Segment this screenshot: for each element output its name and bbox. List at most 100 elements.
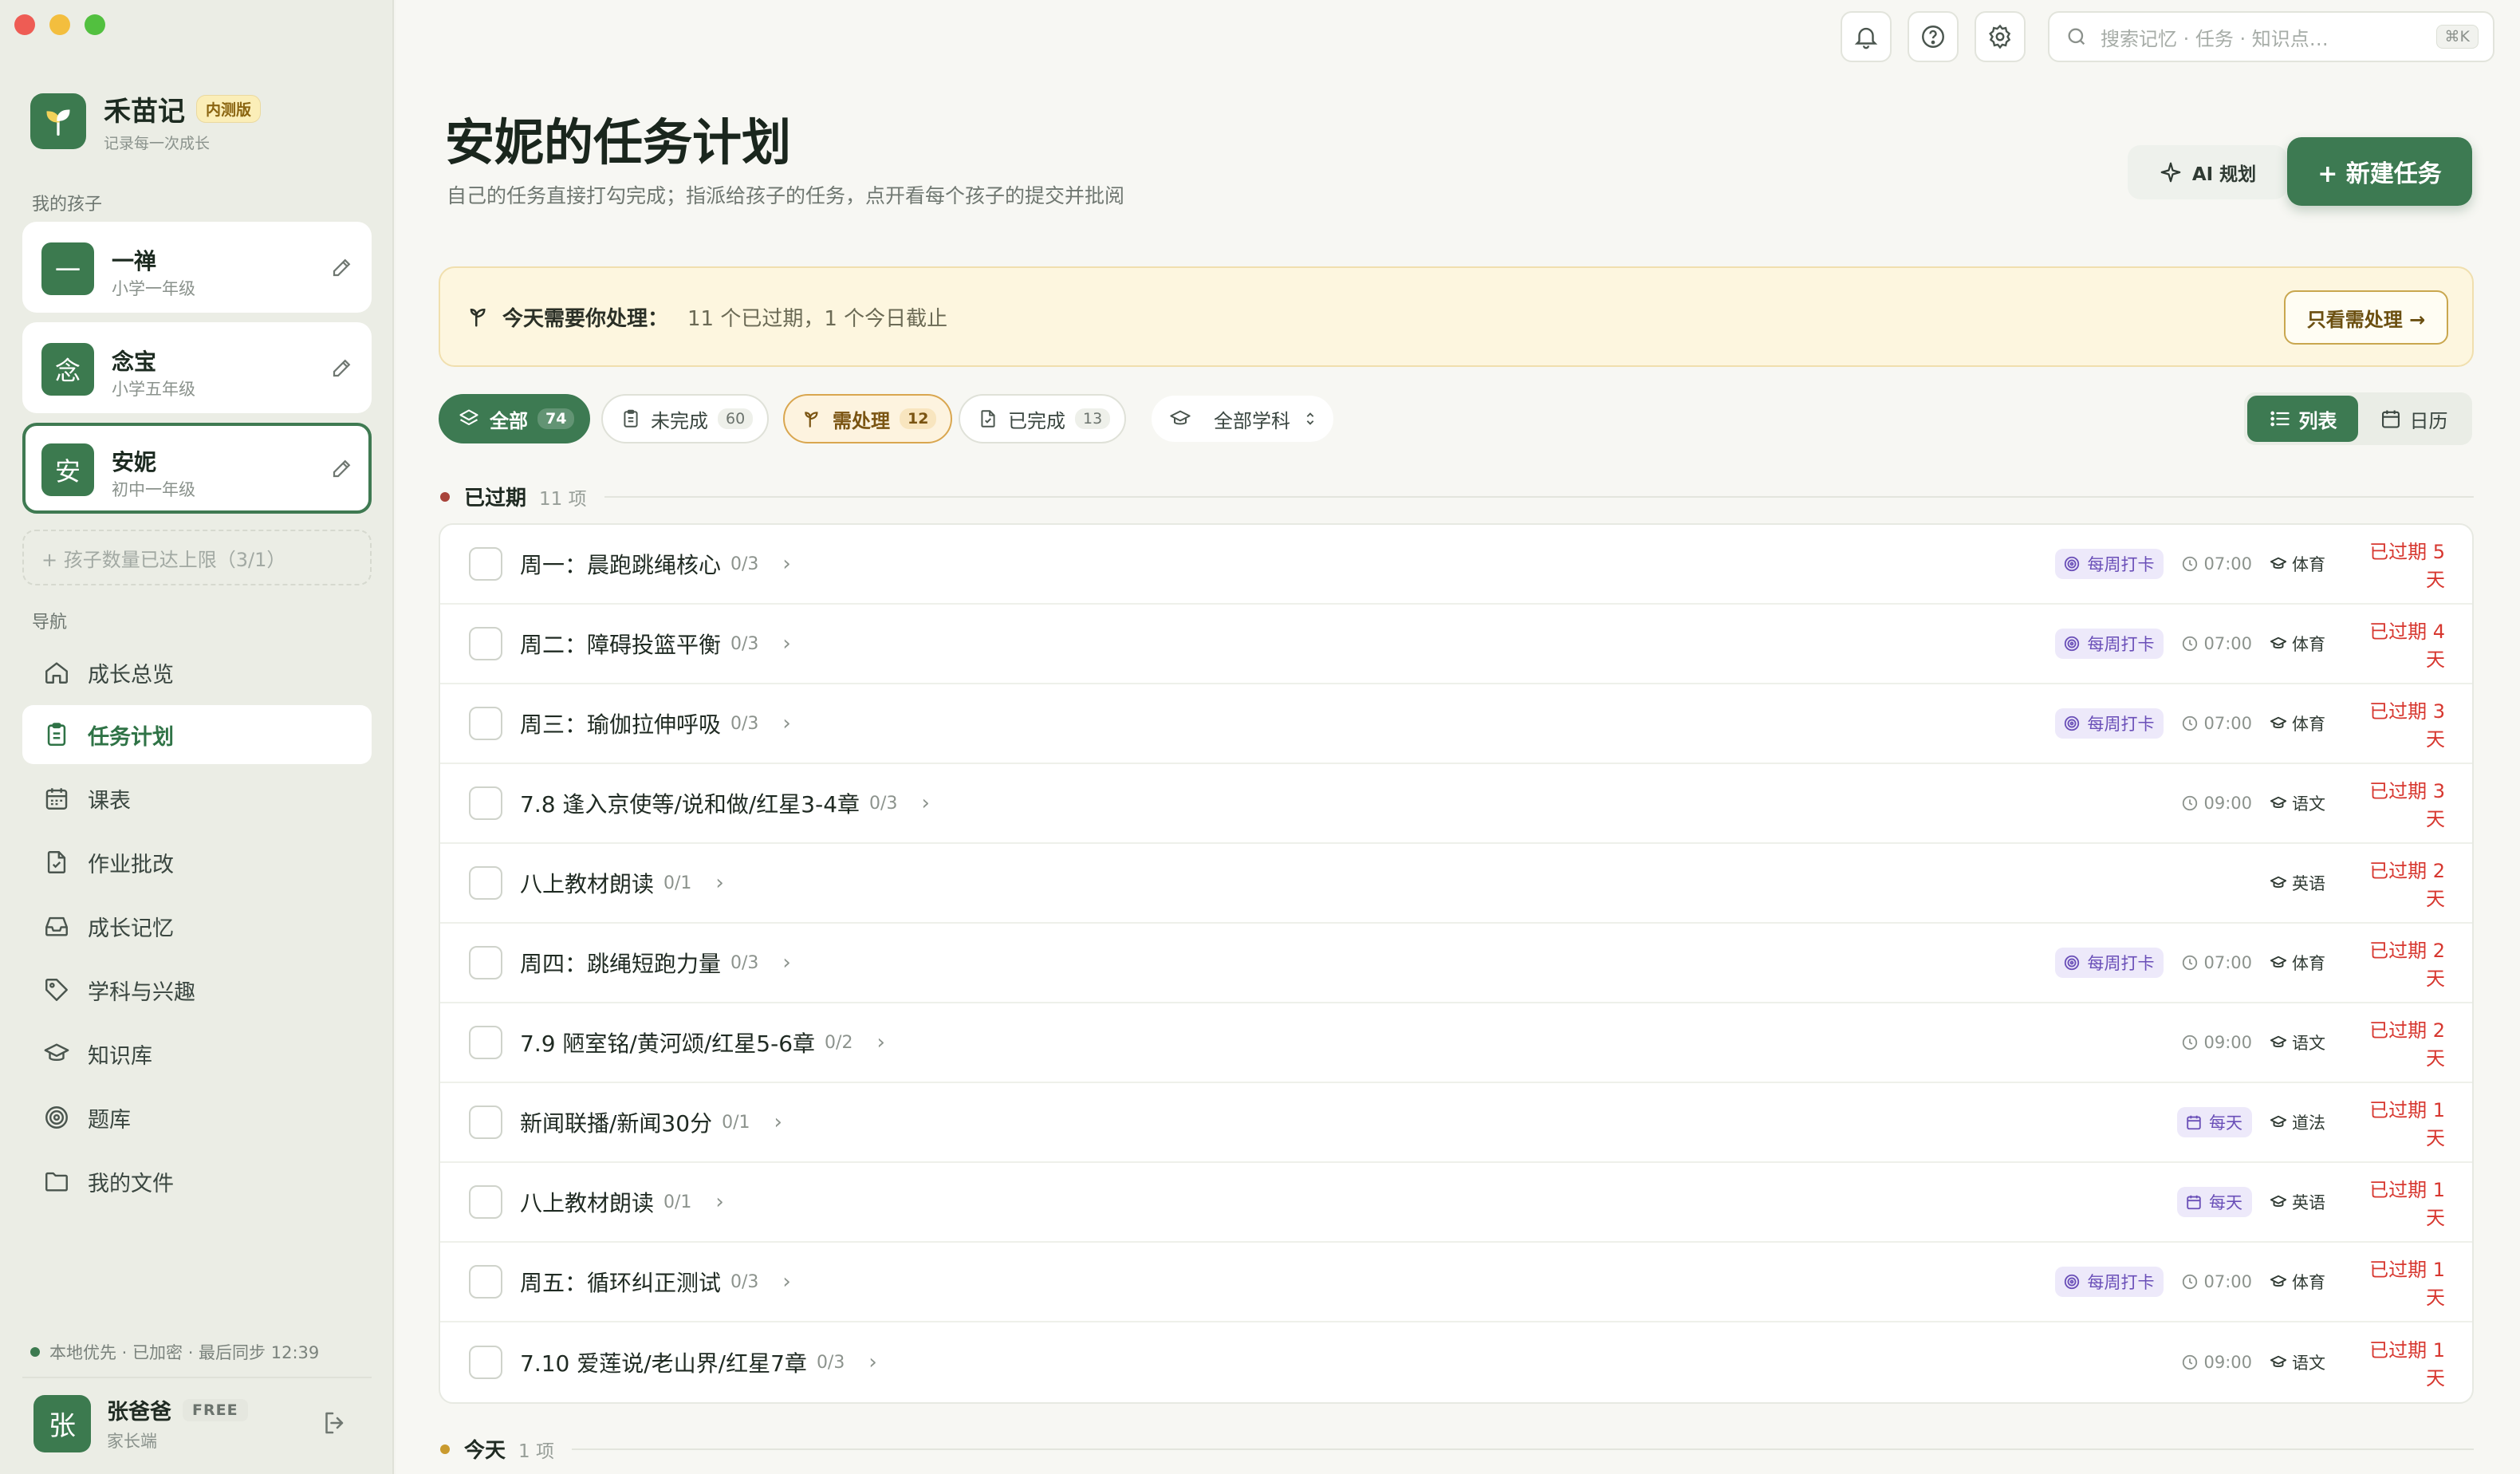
chevron-right-icon[interactable]: › [782, 1270, 790, 1294]
nav-item-tasks[interactable]: 任务计划 [22, 705, 372, 764]
main-content: 搜索记忆 · 任务 · 知识点… ⌘K 安妮的任务计划 自己的任务直接打勾完成；… [396, 0, 2520, 1474]
nav-item-files[interactable]: 我的文件 [22, 1152, 372, 1211]
logout-icon[interactable] [321, 1409, 349, 1437]
task-row[interactable]: 7.9 陋室铭/黄河颂/红星5-6章 0/2 › 09:00 语文 已过期 2 天 [440, 1003, 2472, 1083]
show-pending-only-button[interactable]: 只看需处理 → [2284, 290, 2448, 345]
repeat-tag-label: 每天 [2209, 1113, 2242, 1133]
subject: 体育 [2270, 632, 2325, 656]
add-child-button[interactable]: + 孩子数量已达上限（3/1） [22, 530, 372, 585]
task-checkbox[interactable] [469, 866, 502, 900]
search-bar[interactable]: 搜索记忆 · 任务 · 知识点… ⌘K [2048, 11, 2494, 62]
due-time: 07:00 [2181, 634, 2252, 653]
edit-icon[interactable] [330, 255, 354, 279]
subject-label: 体育 [2292, 954, 2325, 973]
settings-button[interactable] [1975, 11, 2026, 62]
user-profile[interactable]: 张 张爸爸 FREE 家长端 [33, 1394, 248, 1452]
nav-item-knowledge[interactable]: 知识库 [22, 1024, 372, 1083]
nav-label: 成长记忆 [88, 916, 174, 941]
group-dot [440, 1444, 450, 1454]
chevron-right-icon[interactable]: › [715, 1190, 723, 1214]
notifications-button[interactable] [1841, 11, 1892, 62]
task-checkbox[interactable] [469, 627, 502, 660]
task-title: 周一：晨跑跳绳核心 [520, 552, 722, 578]
nav-item-schedule[interactable]: 课表 [22, 769, 372, 828]
help-button[interactable] [1908, 11, 1959, 62]
task-row[interactable]: 八上教材朗读 0/1 › 每天 英语 已过期 1 天 [440, 1163, 2472, 1243]
task-checkbox[interactable] [469, 1106, 502, 1139]
overdue-status: 已过期 1 天 [2369, 1259, 2445, 1309]
clock-icon [2181, 794, 2203, 812]
edit-icon[interactable] [330, 356, 354, 380]
task-row[interactable]: 7.8 逢入京使等/说和做/红星3-4章 0/3 › 09:00 语文 已过期 3 天 [440, 764, 2472, 844]
task-checkbox[interactable] [469, 1265, 502, 1299]
task-checkbox[interactable] [469, 707, 502, 740]
task-row[interactable]: 周四：跳绳短跑力量 0/3 › 每周打卡 07:00 体育 已过期 2 天 [440, 924, 2472, 1003]
filter-completed[interactable]: 已完成 13 [959, 394, 1127, 443]
child-card-yichan[interactable]: 一 一禅 小学一年级 [22, 222, 372, 313]
task-row[interactable]: 周三：瑜伽拉伸呼吸 0/3 › 每周打卡 07:00 体育 已过期 3 天 [440, 684, 2472, 764]
filter-all[interactable]: 全部 74 [439, 394, 591, 443]
chevron-right-icon[interactable]: › [715, 871, 723, 895]
task-progress: 0/3 [730, 554, 759, 574]
chevron-right-icon[interactable]: › [782, 632, 790, 656]
clock-icon [2181, 1034, 2203, 1051]
due-time-label: 07:00 [2203, 554, 2252, 573]
task-row[interactable]: 周一：晨跑跳绳核心 0/3 › 每周打卡 07:00 体育 已过期 5 天 [440, 525, 2472, 605]
nav-item-memories[interactable]: 成长记忆 [22, 897, 372, 956]
repeat-tag: 每天 [2177, 1107, 2252, 1137]
list-view-button[interactable]: 列表 [2247, 396, 2358, 442]
target-icon [2063, 715, 2087, 732]
minimize-window-button[interactable] [49, 14, 70, 35]
task-checkbox[interactable] [469, 946, 502, 979]
app-tagline: 记录每一次成长 [104, 135, 211, 152]
task-row[interactable]: 八上教材朗读 0/1 › 英语 已过期 2 天 [440, 844, 2472, 924]
chevron-right-icon[interactable]: › [921, 791, 929, 815]
subject-filter-select[interactable]: 全部学科 [1150, 394, 1335, 443]
avatar: 一 [41, 242, 94, 295]
sync-dot [30, 1347, 40, 1357]
nav-item-homework[interactable]: 作业批改 [22, 833, 372, 892]
new-task-button[interactable]: + 新建任务 [2287, 137, 2472, 206]
due-time: 07:00 [2181, 554, 2252, 573]
subject-label: 语文 [2292, 1354, 2325, 1373]
task-row[interactable]: 7.10 爱莲说/老山界/红星7章 0/3 › 09:00 语文 已过期 1 天 [440, 1322, 2472, 1402]
task-checkbox[interactable] [469, 786, 502, 820]
divider [604, 495, 2474, 498]
close-window-button[interactable] [14, 14, 35, 35]
task-checkbox[interactable] [469, 1185, 502, 1219]
task-checkbox[interactable] [469, 1346, 502, 1379]
edit-icon[interactable] [330, 456, 354, 480]
task-row[interactable]: 周五：循环纠正测试 0/3 › 每周打卡 07:00 体育 已过期 1 天 [440, 1243, 2472, 1322]
task-progress: 0/1 [663, 873, 692, 893]
chevron-right-icon[interactable]: › [782, 951, 790, 975]
nav-item-subjects[interactable]: 学科与兴趣 [22, 960, 372, 1019]
chevron-right-icon[interactable]: › [876, 1031, 884, 1054]
chevron-right-icon[interactable]: › [782, 711, 790, 735]
nav-item-overview[interactable]: 成长总览 [22, 643, 372, 702]
zoom-window-button[interactable] [85, 14, 105, 35]
clock-icon [2181, 635, 2203, 652]
search-input[interactable]: 搜索记忆 · 任务 · 知识点… [2101, 23, 2436, 51]
avatar: 念 [41, 343, 94, 396]
task-row[interactable]: 周二：障碍投篮平衡 0/3 › 每周打卡 07:00 体育 已过期 4 天 [440, 605, 2472, 684]
calendar-view-button[interactable]: 日历 [2358, 396, 2469, 442]
chevron-right-icon[interactable]: › [868, 1350, 876, 1374]
page-subtitle: 自己的任务直接打勾完成；指派给孩子的任务，点开看每个孩子的提交并批阅 [447, 184, 1125, 207]
sidebar: 禾苗记 内测版 记录每一次成长 我的孩子 一 一禅 小学一年级 念 念宝 小学五年… [0, 0, 394, 1474]
task-checkbox[interactable] [469, 1026, 502, 1059]
chevron-right-icon[interactable]: › [782, 552, 790, 576]
ai-plan-button[interactable]: AI 规划 [2128, 145, 2287, 199]
task-progress: 0/3 [816, 1352, 845, 1373]
overdue-status: 已过期 3 天 [2369, 780, 2445, 830]
child-card-nianbao[interactable]: 念 念宝 小学五年级 [22, 322, 372, 413]
filter-incomplete[interactable]: 未完成 60 [601, 394, 770, 443]
filter-pending[interactable]: 需处理 12 [783, 394, 953, 443]
nav-item-questions[interactable]: 题库 [22, 1088, 372, 1147]
task-title: 周四：跳绳短跑力量 [520, 951, 722, 977]
alert-title: 今天需要你处理： [502, 306, 669, 331]
plan-badge: FREE [183, 1398, 248, 1421]
child-card-annie[interactable]: 安 安妮 初中一年级 [22, 423, 372, 514]
chevron-right-icon[interactable]: › [774, 1110, 782, 1134]
task-checkbox[interactable] [469, 547, 502, 581]
task-row[interactable]: 新闻联播/新闻30分 0/1 › 每天 道法 已过期 1 天 [440, 1083, 2472, 1163]
